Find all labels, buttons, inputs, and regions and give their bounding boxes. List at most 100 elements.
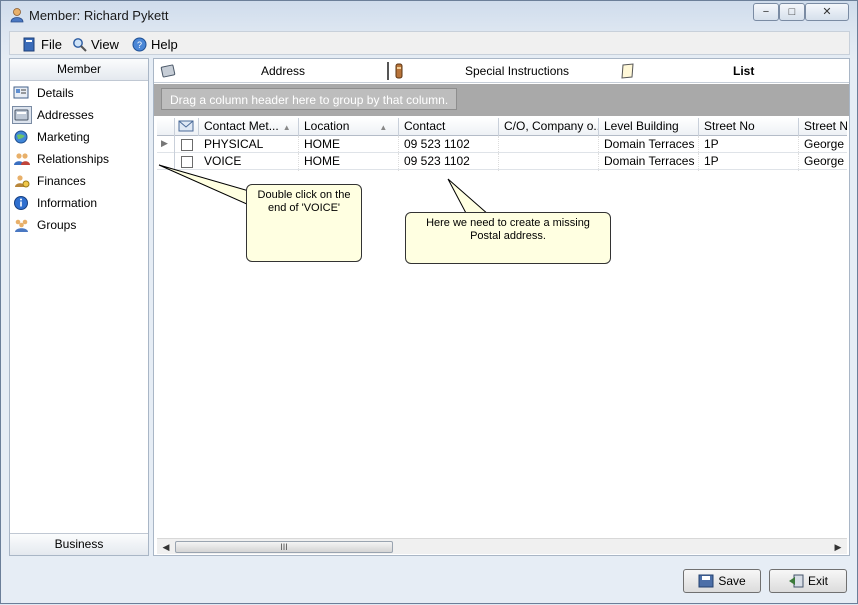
menu-view[interactable]: View [72,35,119,53]
sidebar-item-label: Relationships [37,152,110,166]
cell-location[interactable]: HOME [299,136,399,154]
grid-header: Contact Met... ▲ Location ▲ Contact C/O, C… [157,118,847,136]
sidebar: Member Details Addresses Marketing Relat… [9,58,149,556]
tab-bar: Address Special Instructions List [154,59,849,83]
help-icon: ? [132,37,147,51]
people-icon [14,153,30,165]
tab-address[interactable]: Address [261,59,305,83]
sidebar-footer-business[interactable]: Business [10,533,148,555]
address-grid: Contact Met... ▲ Location ▲ Contact C/O, C… [157,118,847,536]
callout-double-click-hint: Double click on the end of 'VOICE' [246,184,362,262]
scroll-thumb[interactable]: III [175,541,393,553]
cell-care-of-company[interactable] [499,136,599,154]
sidebar-item-label: Addresses [37,108,94,122]
main-panel: Address Special Instructions List Drag a… [153,58,850,556]
maximize-button[interactable]: □ [779,3,805,21]
menu-file-label: File [41,36,62,52]
exit-button[interactable]: Exit [769,569,847,593]
exit-button-label: Exit [807,574,828,588]
magnifier-icon [73,37,87,52]
menu-bar: File View ? Help [9,31,850,55]
group-by-hint: Drag a column header here to group by th… [161,88,458,110]
menu-help-label: Help [151,36,178,52]
window-title: Member: Richard Pykett [29,8,169,23]
info-icon [14,196,28,210]
sidebar-item-addresses[interactable]: Addresses [12,105,145,125]
group-icon [15,219,28,232]
cell-contact[interactable]: 09 523 1102 [399,153,499,171]
current-row-arrow-icon: ▶ [161,138,168,148]
column-header-label: Contact Met... [204,119,279,133]
column-header-contact-method[interactable]: Contact Met... ▲ [199,118,299,136]
address-book-icon [160,64,176,78]
cell-street-no[interactable]: 1P [699,153,799,171]
callout-missing-postal-hint: Here we need to create a missing Postal … [405,212,611,264]
column-header-contact[interactable]: Contact [399,118,499,136]
sidebar-item-label: Marketing [37,130,90,144]
row-checkbox[interactable] [181,139,193,151]
row-selector[interactable] [157,153,175,170]
column-header-street-name[interactable]: Street Na [799,118,847,136]
checkbox-column-header[interactable] [175,118,199,136]
svg-text:?: ? [137,40,142,50]
row-selector-header [157,118,175,136]
sort-up-icon: ▲ [282,123,291,132]
sidebar-item-relationships[interactable]: Relationships [13,149,145,169]
sidebar-item-information[interactable]: Information [13,193,145,213]
row-checkbox[interactable] [181,156,193,168]
column-header-care-of-company[interactable]: C/O, Company o... [499,118,599,136]
cell-level-building[interactable]: Domain Terraces [599,136,699,154]
save-button-label: Save [718,574,746,588]
sidebar-item-marketing[interactable]: Marketing [13,127,145,147]
group-by-area[interactable]: Drag a column header here to group by th… [154,84,849,116]
cell-street-no[interactable]: 1P [699,136,799,154]
tab-special-instructions[interactable]: Special Instructions [465,59,569,83]
cell-location[interactable]: HOME [299,153,399,171]
scroll-left-arrow-icon[interactable]: ◀ [159,540,173,554]
sidebar-item-label: Finances [37,174,86,188]
minimize-button[interactable]: − [753,3,779,21]
horizontal-scrollbar[interactable]: ◀ III ▶ [157,538,847,554]
list-icon [621,63,634,79]
member-icon [10,8,24,23]
sidebar-item-groups[interactable]: Groups [13,215,145,235]
globe-icon [14,130,28,144]
save-button[interactable]: Save [683,569,761,593]
member-window: Member: Richard Pykett − □ ✕ File View ?… [0,0,858,604]
cell-street-name[interactable]: George S [799,136,847,154]
sidebar-item-label: Details [37,86,74,100]
envelope-icon [178,120,194,132]
menu-file[interactable]: File [22,35,62,53]
row-selector[interactable]: ▶ [157,136,175,153]
save-icon [698,574,714,588]
cell-level-building[interactable]: Domain Terraces [599,153,699,171]
close-button[interactable]: ✕ [805,3,849,21]
scroll-right-arrow-icon[interactable]: ▶ [831,540,845,554]
sidebar-item-details[interactable]: Details [13,83,145,103]
sort-up-icon: ▲ [379,123,388,132]
cell-street-name[interactable]: George S [799,153,847,171]
table-row[interactable]: VOICE HOME 09 523 1102 Domain Terraces 1… [157,153,847,171]
column-header-street-no[interactable]: Street No [699,118,799,136]
title-bar: Member: Richard Pykett − □ ✕ [1,1,857,30]
sidebar-header-member[interactable]: Member [10,59,148,81]
table-row[interactable]: ▶ PHYSICAL HOME 09 523 1102 Domain Terra… [157,136,847,154]
menu-view-label: View [91,36,119,52]
cell-contact-method[interactable]: PHYSICAL [199,136,299,154]
exit-icon [788,574,804,588]
file-icon [23,37,35,51]
cell-contact[interactable]: 09 523 1102 [399,136,499,154]
cell-contact-method[interactable]: VOICE [199,153,299,171]
tab-list[interactable]: List [733,59,754,83]
money-icon [15,175,30,188]
cell-care-of-company[interactable] [499,153,599,171]
sidebar-item-finances[interactable]: Finances [13,171,145,191]
details-icon [13,86,29,99]
column-header-location[interactable]: Location ▲ [299,118,399,136]
menu-help[interactable]: ? Help [132,35,178,53]
sidebar-item-label: Information [37,196,98,210]
addresses-icon [12,106,32,124]
column-header-level-building[interactable]: Level Building [599,118,699,136]
instructions-icon [395,63,403,79]
tab-separator [387,62,389,80]
